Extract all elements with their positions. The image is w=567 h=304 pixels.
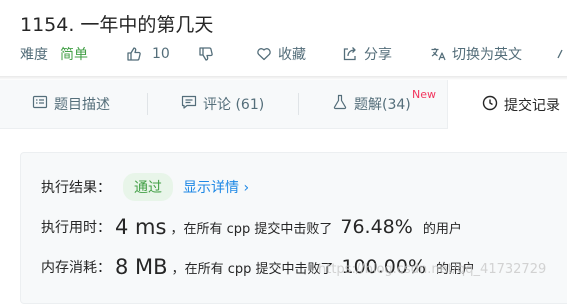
comment-icon: [181, 94, 197, 114]
tab-submissions-label: 提交记录: [504, 97, 560, 114]
runtime-row: 执行用时： 4 ms ，在所有 cpp 提交中击败了 76.48% 的用户: [41, 215, 462, 239]
runtime-value: 4 ms: [115, 215, 167, 239]
favorite-label: 收藏: [278, 47, 306, 63]
runtime-label: 执行用时：: [41, 220, 111, 236]
dislike-button[interactable]: [198, 44, 214, 64]
share-button[interactable]: 分享: [342, 44, 392, 64]
tab-solutions-label: 题解(34): [354, 97, 411, 113]
difficulty: 难度 简单: [20, 44, 88, 64]
memory-label: 内存消耗：: [41, 260, 111, 276]
show-details-link[interactable]: 显示详情 ›: [183, 177, 249, 197]
like-button[interactable]: 10: [126, 44, 170, 64]
difficulty-label: 难度: [20, 47, 48, 63]
tab-separator: [298, 93, 299, 115]
switch-language-button[interactable]: 切换为英文: [430, 44, 522, 64]
like-count: 10: [152, 46, 170, 62]
translate-icon: [430, 46, 446, 62]
tab-description-label: 题目描述: [54, 97, 110, 113]
new-badge: New: [412, 88, 436, 101]
tab-description[interactable]: 题目描述: [32, 80, 110, 128]
tab-bar: 题目描述 评论 (61) 题解(34) New 提交记录: [0, 80, 567, 129]
runtime-percentile: 76.48%: [340, 216, 413, 238]
status-badge: 通过: [123, 173, 173, 201]
memory-value: 8 MB: [115, 255, 168, 279]
language-label: 切换为英文: [452, 47, 522, 63]
description-icon: [32, 94, 48, 114]
memory-text: ，在所有 cpp 提交中击败了: [171, 261, 334, 277]
result-row: 执行结果： 通过 显示详情 ›: [41, 173, 249, 201]
runtime-suffix: 的用户: [422, 221, 462, 237]
watermark: https://blog.csdn.net/qq_41732729: [318, 262, 547, 277]
flask-icon: [332, 94, 348, 114]
result-label: 执行结果：: [41, 180, 111, 196]
tab-separator: [147, 93, 148, 115]
thumbs-down-icon: [198, 46, 214, 62]
share-icon: [342, 46, 358, 62]
tab-comments[interactable]: 评论 (61): [181, 80, 264, 128]
runtime-text: ，在所有 cpp 提交中击败了: [170, 221, 333, 237]
more-icon[interactable]: [556, 44, 567, 64]
tab-solutions[interactable]: 题解(34): [332, 80, 411, 128]
share-label: 分享: [364, 47, 392, 63]
show-details-label: 显示详情: [183, 180, 239, 196]
favorite-button[interactable]: 收藏: [256, 44, 306, 64]
submission-result-panel: 执行结果： 通过 显示详情 › 执行用时： 4 ms ，在所有 cpp 提交中击…: [20, 152, 567, 304]
problem-title: 1154. 一年中的第几天: [20, 14, 214, 36]
thumbs-up-icon: [126, 46, 142, 62]
difficulty-value: 简单: [60, 47, 88, 63]
tab-comments-label: 评论 (61): [203, 97, 265, 113]
problem-toolbar: 难度 简单 10 收藏 分享 切换为英文: [0, 36, 567, 70]
heart-icon: [256, 46, 272, 62]
chevron-right-icon: ›: [243, 180, 250, 196]
tab-submissions[interactable]: 提交记录: [447, 80, 567, 129]
clock-icon: [482, 95, 498, 115]
